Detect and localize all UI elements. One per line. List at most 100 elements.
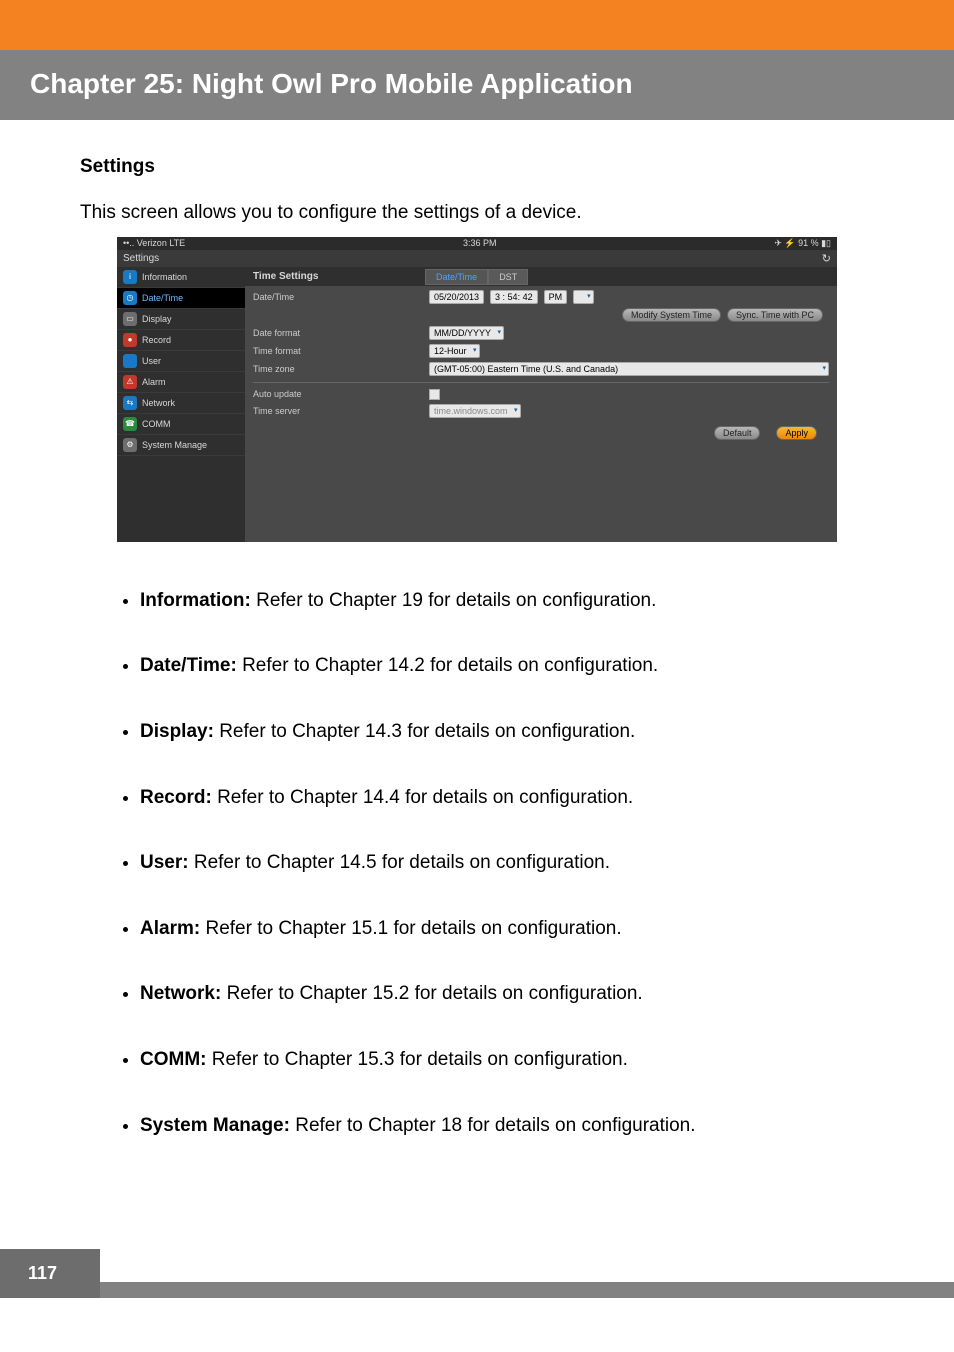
chapter-title: Chapter 25: Night Owl Pro Mobile Applica… (30, 68, 924, 100)
refresh-icon[interactable]: ↻ (822, 252, 831, 265)
list-item-label: COMM: (140, 1049, 206, 1070)
divider (253, 382, 829, 383)
time-format-label: Time format (253, 346, 423, 356)
sidebar-item-label: Date/Time (142, 293, 183, 303)
list-item-label: Network: (140, 983, 221, 1004)
screenshot-container: ••.. Verizon LTE 3:36 PM ✈ ⚡ 91 % ▮▯ Set… (80, 237, 874, 542)
sidebar-item-display[interactable]: ▭ Display (117, 309, 245, 330)
list-item: Network: Refer to Chapter 15.2 for detai… (140, 981, 874, 1007)
intro-text: This screen allows you to configure the … (80, 200, 874, 227)
sidebar-item-label: Display (142, 314, 172, 324)
panel-spacer (253, 454, 829, 534)
time-server-select[interactable]: time.windows.com (429, 404, 521, 418)
sidebar-item-user[interactable]: 👤 User (117, 351, 245, 372)
status-carrier: ••.. Verizon LTE (123, 238, 185, 248)
form-rows: Date/Time 05/20/2013 3 : 54: 42 PM Modif… (245, 285, 837, 542)
sidebar-item-label: System Manage (142, 440, 207, 450)
auto-update-label: Auto update (253, 389, 423, 399)
list-item-label: Information: (140, 590, 251, 611)
settings-main-panel: Time Settings Date/Time DST Date/Time 05… (245, 267, 837, 542)
sidebar-item-label: User (142, 356, 161, 366)
modify-system-time-button[interactable]: Modify System Time (622, 308, 721, 322)
list-item: Date/Time: Refer to Chapter 14.2 for det… (140, 653, 874, 679)
list-item-label: User: (140, 852, 189, 873)
sidebar-icon: i (123, 270, 137, 284)
list-item-text: Refer to Chapter 14.3 for details on con… (214, 721, 635, 742)
list-item-label: Alarm: (140, 918, 200, 939)
settings-sidebar: i Information ◷ Date/Time ▭ Display ● Record 👤 Us… (117, 267, 245, 542)
sidebar-icon: 👤 (123, 354, 137, 368)
panel-title-text: Time Settings (253, 271, 318, 282)
sidebar-icon: ⚠ (123, 375, 137, 389)
list-item-label: Display: (140, 721, 214, 742)
list-item-text: Refer to Chapter 14.5 for details on con… (189, 852, 610, 873)
list-item: COMM: Refer to Chapter 15.3 for details … (140, 1047, 874, 1073)
phone-screenshot: ••.. Verizon LTE 3:36 PM ✈ ⚡ 91 % ▮▯ Set… (117, 237, 837, 542)
sidebar-item-label: Information (142, 272, 187, 282)
sidebar-item-system-manage[interactable]: ⚙ System Manage (117, 435, 245, 456)
sidebar-item-date-time[interactable]: ◷ Date/Time (117, 288, 245, 309)
sidebar-item-label: Alarm (142, 377, 166, 387)
status-bar: ••.. Verizon LTE 3:36 PM ✈ ⚡ 91 % ▮▯ (117, 237, 837, 250)
list-item-label: Record: (140, 787, 212, 808)
default-button[interactable]: Default (714, 426, 761, 440)
page-footer: 117 (0, 1282, 954, 1298)
page-number: 117 (0, 1249, 100, 1298)
phone-body: i Information ◷ Date/Time ▭ Display ● Record 👤 Us… (117, 267, 837, 542)
list-item: Record: Refer to Chapter 14.4 for detail… (140, 785, 874, 811)
sidebar-item-label: Record (142, 335, 171, 345)
date-field[interactable]: 05/20/2013 (429, 290, 484, 304)
list-item: System Manage: Refer to Chapter 18 for d… (140, 1113, 874, 1139)
ampm-field: PM (544, 290, 568, 304)
settings-title: Settings (123, 253, 159, 264)
list-item-text: Refer to Chapter 14.2 for details on con… (237, 655, 658, 676)
tab-dst[interactable]: DST (488, 269, 528, 285)
list-item-text: Refer to Chapter 15.1 for details on con… (200, 918, 621, 939)
list-item: Information: Refer to Chapter 19 for det… (140, 588, 874, 614)
tabs: Date/Time DST (425, 269, 837, 285)
sidebar-icon: ☎ (123, 417, 137, 431)
sidebar-icon: ▭ (123, 312, 137, 326)
time-format-select[interactable]: 12-Hour (429, 344, 480, 358)
list-item-text: Refer to Chapter 19 for details on confi… (251, 590, 657, 611)
sidebar-icon: ● (123, 333, 137, 347)
sync-time-pc-button[interactable]: Sync. Time with PC (727, 308, 823, 322)
bullet-list: Information: Refer to Chapter 19 for det… (80, 588, 874, 1139)
datetime-label: Date/Time (253, 292, 423, 302)
time-zone-select[interactable]: (GMT-05:00) Eastern Time (U.S. and Canad… (429, 362, 829, 376)
list-item: User: Refer to Chapter 14.5 for details … (140, 850, 874, 876)
list-item-label: Date/Time: (140, 655, 237, 676)
header-gray-bar: Chapter 25: Night Owl Pro Mobile Applica… (0, 50, 954, 120)
list-item-text: Refer to Chapter 15.3 for details on con… (206, 1049, 627, 1070)
list-item: Alarm: Refer to Chapter 15.1 for details… (140, 916, 874, 942)
list-item-label: System Manage: (140, 1115, 290, 1136)
header-orange-bar (0, 0, 954, 50)
sidebar-item-network[interactable]: ⇆ Network (117, 393, 245, 414)
sidebar-icon: ⇆ (123, 396, 137, 410)
tab-datetime[interactable]: Date/Time (425, 269, 488, 285)
ampm-select[interactable] (573, 290, 594, 304)
auto-update-checkbox[interactable] (429, 389, 440, 400)
sidebar-item-label: COMM (142, 419, 171, 429)
date-format-label: Date format (253, 328, 423, 338)
sidebar-icon: ⚙ (123, 438, 137, 452)
date-format-select[interactable]: MM/DD/YYYY (429, 326, 504, 340)
sidebar-icon: ◷ (123, 291, 137, 305)
sidebar-item-label: Network (142, 398, 175, 408)
time-server-label: Time server (253, 406, 423, 416)
list-item-text: Refer to Chapter 15.2 for details on con… (221, 983, 642, 1004)
sidebar-item-record[interactable]: ● Record (117, 330, 245, 351)
sidebar-item-alarm[interactable]: ⚠ Alarm (117, 372, 245, 393)
status-battery: ✈ ⚡ 91 % ▮▯ (774, 238, 831, 249)
page-content: Settings This screen allows you to confi… (0, 120, 954, 1238)
settings-title-bar: Settings ↻ (117, 250, 837, 267)
section-heading: Settings (80, 156, 874, 178)
time-zone-label: Time zone (253, 364, 423, 374)
list-item: Display: Refer to Chapter 14.3 for detai… (140, 719, 874, 745)
time-field[interactable]: 3 : 54: 42 (490, 290, 538, 304)
sidebar-item-information[interactable]: i Information (117, 267, 245, 288)
list-item-text: Refer to Chapter 18 for details on confi… (290, 1115, 696, 1136)
list-item-text: Refer to Chapter 14.4 for details on con… (212, 787, 633, 808)
apply-button[interactable]: Apply (776, 426, 817, 440)
sidebar-item-comm[interactable]: ☎ COMM (117, 414, 245, 435)
